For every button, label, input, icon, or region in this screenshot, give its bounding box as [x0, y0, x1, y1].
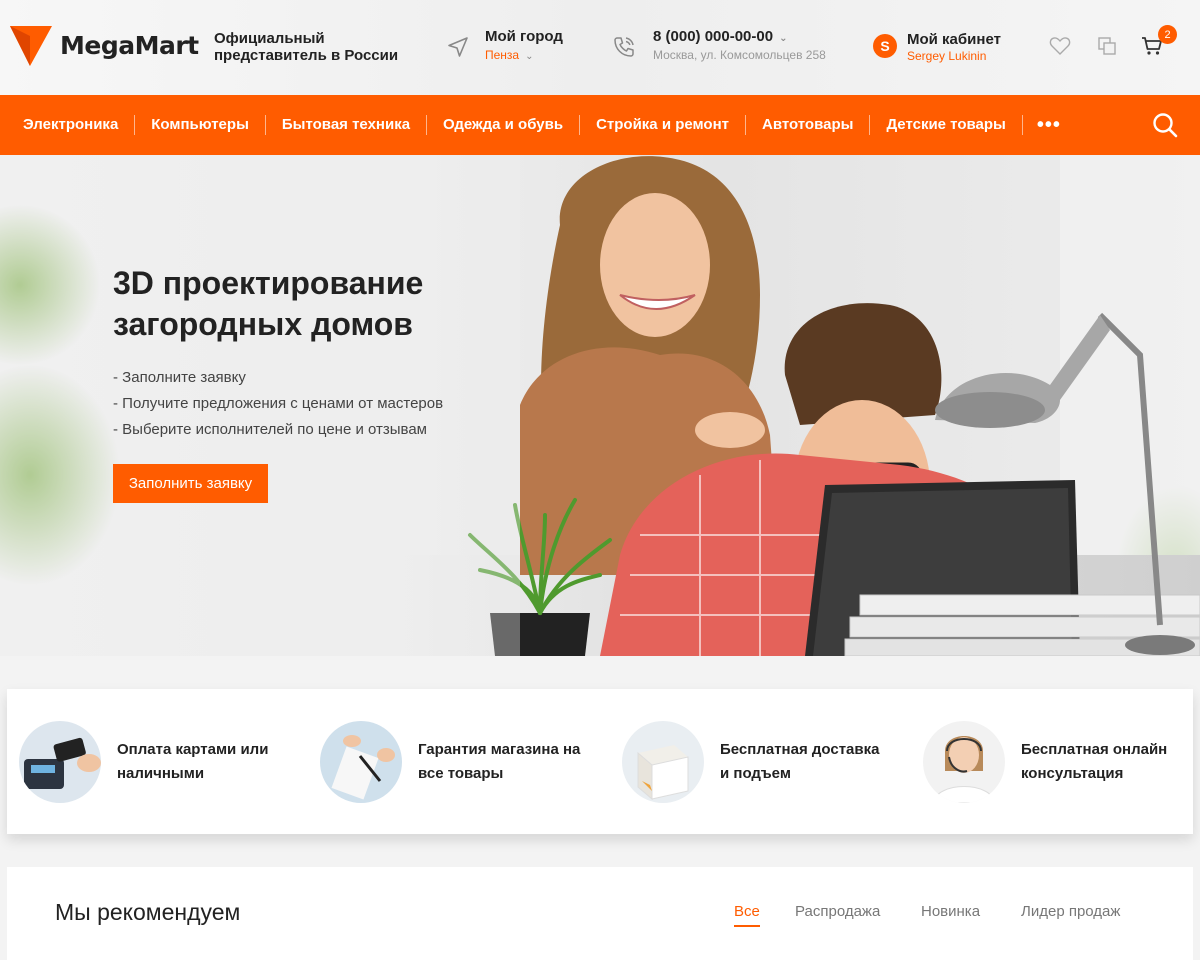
nav-item-construction[interactable]: Стройка и ремонт — [580, 115, 746, 135]
feature-delivery: Бесплатная доставка и подъем — [622, 721, 890, 803]
avatar: S — [873, 34, 897, 58]
nav-item-appliances[interactable]: Бытовая техника — [266, 115, 428, 135]
phone-address: Москва, ул. Комсомольцев 258 — [653, 48, 826, 62]
hero-bullet: - Заполните заявку — [113, 369, 246, 386]
submit-request-button[interactable]: Заполнить заявку — [113, 464, 268, 503]
account-title: Мой кабинет — [907, 31, 1001, 48]
city-selector[interactable]: Мой город Пенза ⌄ — [446, 28, 563, 62]
hero-banner: 3D проектирование загородных домов - Зап… — [0, 155, 1200, 656]
hero-title: 3D проектирование загородных домов — [113, 265, 424, 342]
location-arrow-icon — [448, 37, 468, 57]
feature-text: Гарантия магазина на все товары — [418, 741, 581, 782]
delivery-box-icon — [622, 721, 704, 803]
warranty-document-icon — [320, 721, 402, 803]
tab-sale[interactable]: Распродажа — [795, 903, 880, 920]
nav-item-auto[interactable]: Автотовары — [746, 115, 871, 135]
tagline: Официальный представитель в России — [214, 30, 399, 64]
recommend-title: Мы рекомендуем — [55, 899, 241, 925]
features-strip: Оплата картами или наличными Гарантия ма… — [7, 689, 1193, 834]
card-payment-icon — [19, 721, 101, 803]
chevron-down-icon[interactable]: ⌄ — [779, 33, 787, 44]
logo-icon — [10, 26, 52, 66]
logo[interactable]: MegaMart — [8, 22, 199, 68]
city-title: Мой город — [485, 28, 563, 45]
phone-number: 8 (000) 000-00-00 ⌄ — [653, 28, 788, 45]
feature-text: Оплата картами или наличными — [117, 741, 269, 782]
account-user: Sergey Lukinin — [907, 49, 987, 63]
support-operator-icon — [923, 721, 1005, 803]
phone-icon — [614, 37, 634, 57]
category-nav: Электроника Компьютеры Бытовая техника О… — [0, 95, 1200, 155]
account-block[interactable]: S Мой кабинет Sergey Lukinin — [873, 31, 1001, 63]
search-icon[interactable] — [1152, 112, 1178, 138]
hero-bullet: - Получите предложения с ценами от масте… — [113, 395, 444, 412]
logo-text: MegaMart — [60, 30, 199, 60]
chevron-down-icon: ⌄ — [525, 51, 534, 62]
recommend-section: Мы рекомендуем Все Распродажа Новинка Ли… — [7, 867, 1193, 960]
site-header: MegaMart Официальный представитель в Рос… — [0, 0, 1200, 95]
hero-bullet: - Выберите исполнителей по цене и отзыва… — [113, 421, 427, 438]
feature-warranty: Гарантия магазина на все товары — [320, 721, 588, 803]
feature-text: Бесплатная доставка и подъем — [720, 741, 880, 782]
hero-bullets: - Заполните заявку - Получите предложени… — [113, 365, 443, 443]
nav-item-kids[interactable]: Детские товары — [870, 115, 1023, 135]
compare-icon — [1098, 37, 1116, 55]
tab-bestseller[interactable]: Лидер продаж — [1021, 903, 1120, 920]
nav-item-electronics[interactable]: Электроника — [7, 115, 136, 135]
feature-payment: Оплата картами или наличными — [19, 721, 287, 803]
city-name[interactable]: Пенза ⌄ — [485, 48, 563, 62]
more-menu-button[interactable]: ••• — [1037, 115, 1061, 135]
nav-item-computers[interactable]: Компьютеры — [135, 115, 266, 135]
compare-button[interactable] — [1096, 35, 1118, 57]
nav-item-clothes[interactable]: Одежда и обувь — [427, 115, 581, 135]
favorites-button[interactable] — [1049, 35, 1071, 57]
heart-icon — [1049, 37, 1071, 55]
feature-text: Бесплатная онлайн консультация — [1021, 741, 1168, 782]
tab-all[interactable]: Все — [734, 903, 760, 927]
phone-block[interactable]: 8 (000) 000-00-00 ⌄ Москва, ул. Комсомоль… — [612, 28, 826, 62]
tab-new[interactable]: Новинка — [921, 903, 980, 920]
feature-consultation: Бесплатная онлайн консультация — [923, 721, 1191, 803]
cart-count-badge: 2 — [1158, 25, 1177, 44]
